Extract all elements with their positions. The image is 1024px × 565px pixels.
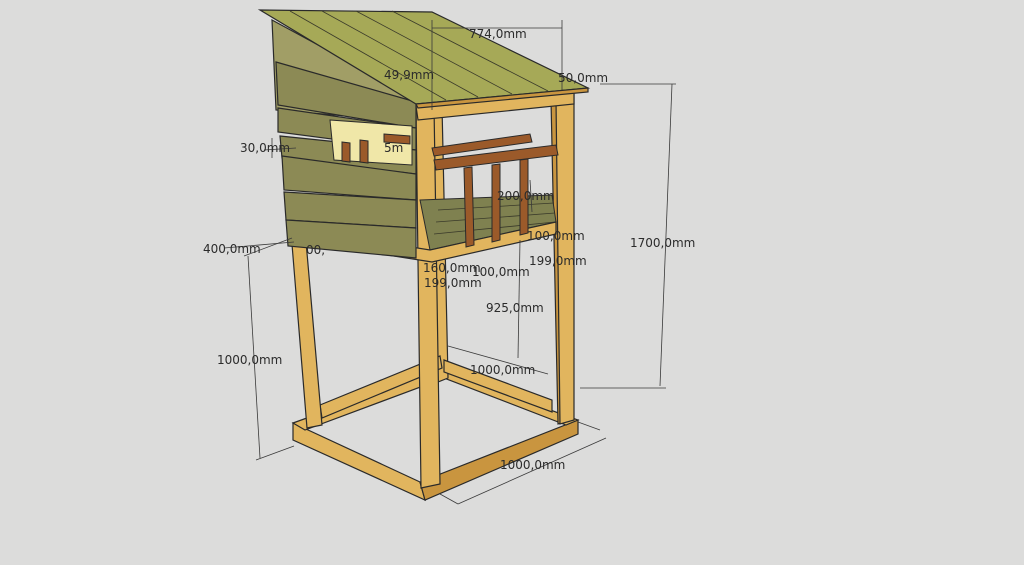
dim-total-height: 1700,0mm <box>630 236 695 250</box>
dim-floor-beam-e: 199,0mm <box>424 276 482 290</box>
dim-roof-overhang-right: 50,0mm <box>558 71 608 85</box>
dim-roof-width: 774,0mm <box>469 27 527 41</box>
dim-base-width: 1000,0mm <box>500 458 565 472</box>
dim-floor-beam-a: 100,0mm <box>527 229 585 243</box>
dim-wall-left-cut: 00, <box>306 243 325 257</box>
dim-railing-height: 200,0mm <box>497 189 555 203</box>
dim-wall-depth: 400,0mm <box>203 242 261 256</box>
tower-model-drawing: 774,0mm 49,9mm 50,0mm 1700,0mm 30,0mm 5m… <box>203 9 695 505</box>
sketchup-viewport[interactable]: 774,0mm 49,9mm 50,0mm 1700,0mm 30,0mm 5m… <box>0 0 1024 561</box>
dim-floor-beam-b: 199,0mm <box>529 254 587 268</box>
dim-window-label: 5m <box>384 141 403 155</box>
dim-base-depth: 1000,0mm <box>470 363 535 377</box>
dim-platform-height: 925,0mm <box>486 301 544 315</box>
dim-window-gap: 30,0mm <box>240 141 290 155</box>
dim-leg-height: 1000,0mm <box>217 353 282 367</box>
dim-roof-overhang-left: 49,9mm <box>384 68 434 82</box>
